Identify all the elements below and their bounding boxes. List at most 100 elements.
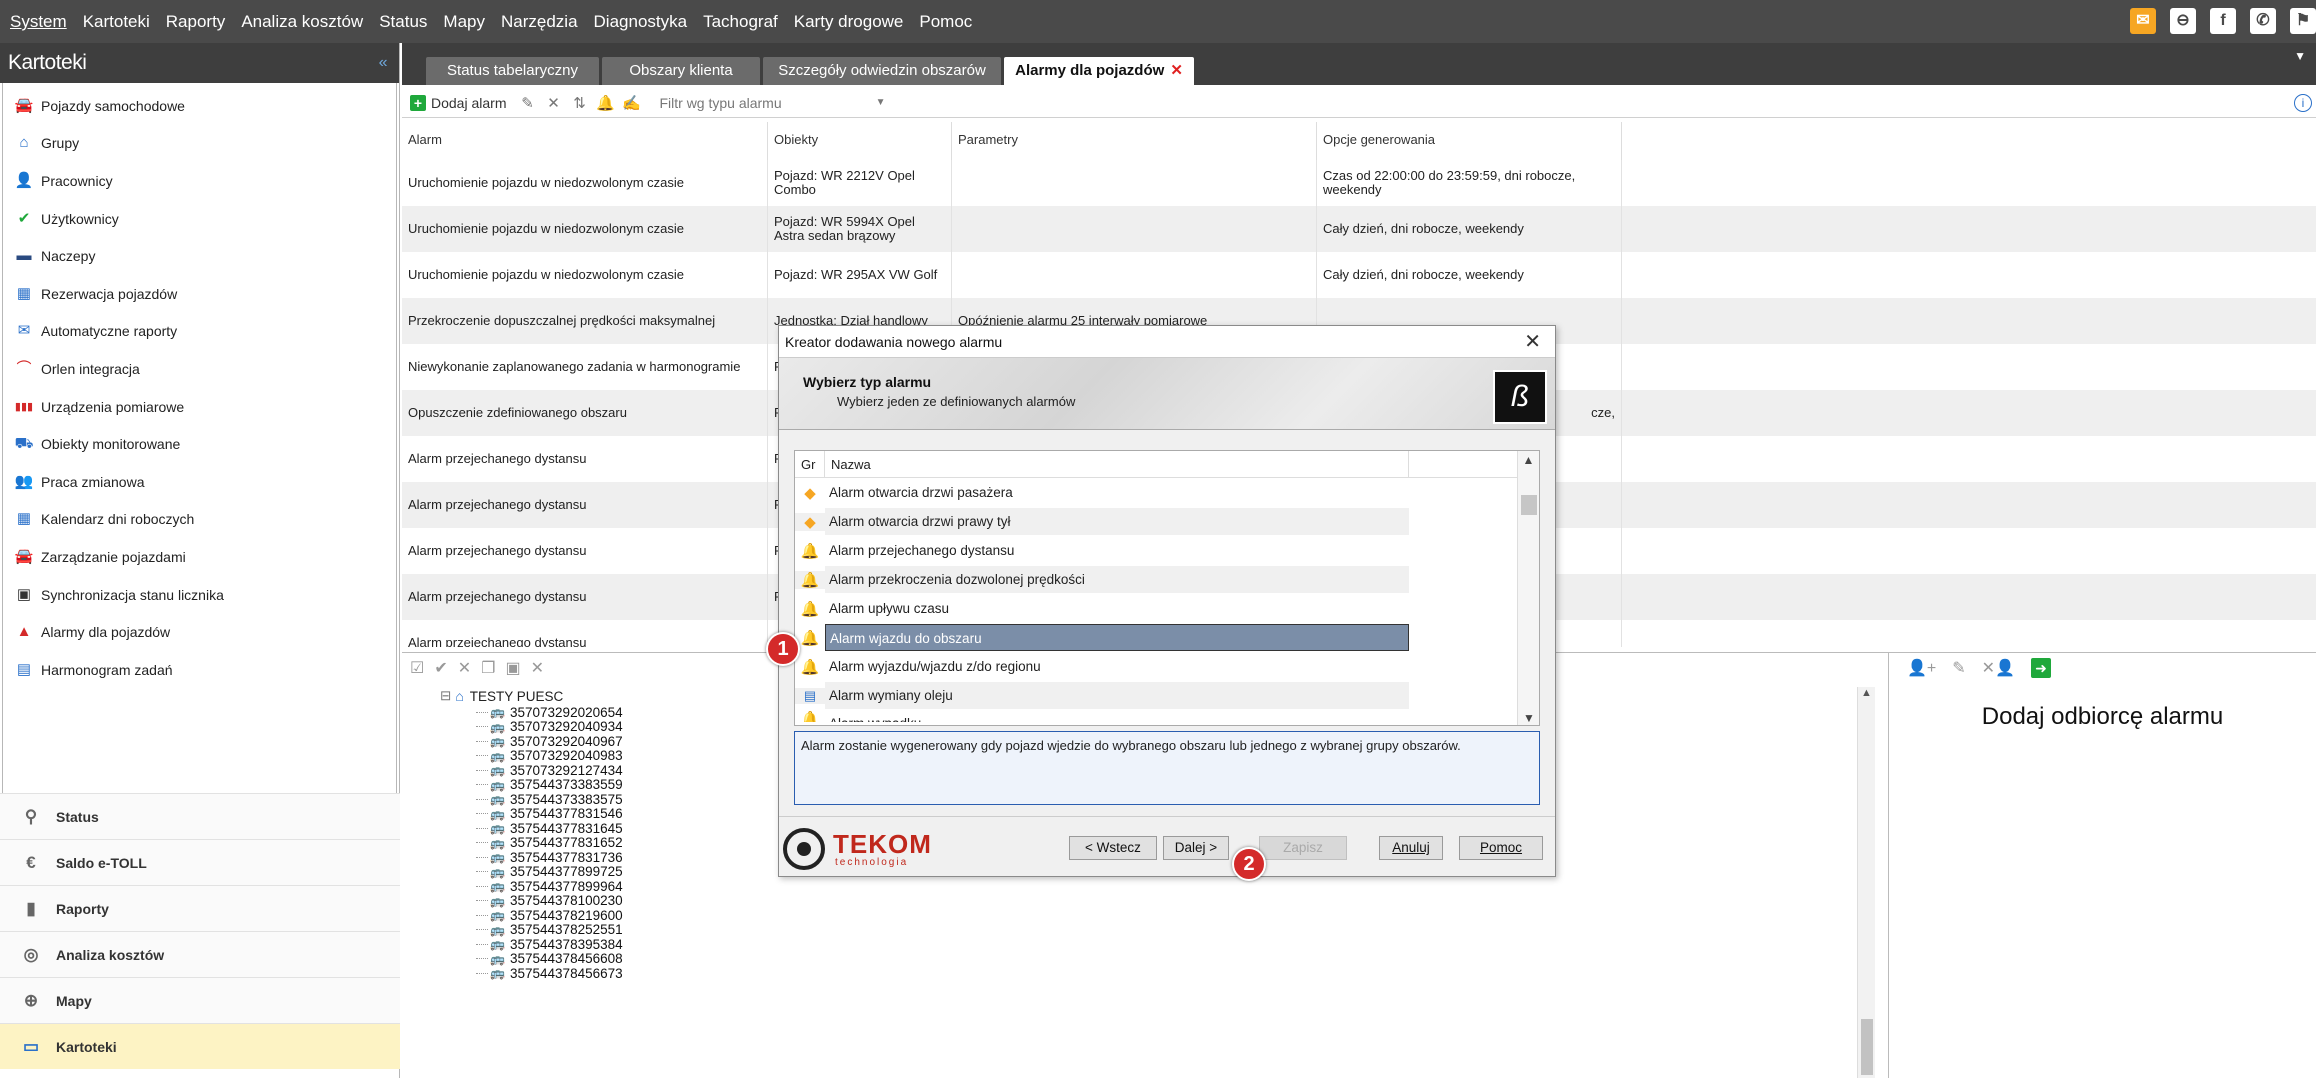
list-scrollbar[interactable]: ▲ ▼ <box>1517 451 1539 725</box>
menu-narzedzia[interactable]: Narzędzia <box>493 0 586 43</box>
tree-item[interactable]: 🚌 357544378456673 <box>430 966 1880 981</box>
tab-alarmy-dla-pojazdow[interactable]: Alarmy dla pojazdów ✕ <box>1004 57 1194 85</box>
close-icon[interactable]: ✕ <box>1524 326 1541 358</box>
scroll-down-icon[interactable]: ▼ <box>1518 711 1540 725</box>
list-item[interactable]: 🔔 Alarm upływu czasu <box>795 594 1539 623</box>
notes-icon[interactable]: ✍ <box>620 94 642 112</box>
list-item[interactable]: ▤ Alarm wymiany oleju <box>795 681 1539 710</box>
uncheck-icon[interactable]: ✕ <box>458 658 471 678</box>
collapse-node-icon[interactable]: ⊟ <box>440 688 451 704</box>
clear-icon[interactable]: ✕ <box>531 658 544 678</box>
facebook-icon[interactable]: f <box>2210 8 2236 34</box>
sidebar-item-praca-zmianowa[interactable]: 👥 Praca zmianowa <box>3 463 396 501</box>
menu-analiza-kosztow[interactable]: Analiza kosztów <box>233 0 371 43</box>
scroll-thumb[interactable] <box>1521 495 1537 515</box>
list-item[interactable]: 🔔 Alarm przekroczenia dozwolonej prędkośc… <box>795 565 1539 594</box>
sidebar-item-kalendarz[interactable]: ▦ Kalendarz dni roboczych <box>3 501 396 539</box>
list-item[interactable]: 🔔 Alarm przejechanego dystansu <box>795 536 1539 565</box>
bell-icon[interactable]: 🔔 <box>594 94 616 112</box>
collapse-icon[interactable]: « <box>379 43 388 83</box>
save-icon[interactable]: ▣ <box>506 658 521 678</box>
tab-szczegoly-odwiedzin[interactable]: Szczegóły odwiedzin obszarów <box>763 57 1001 85</box>
sidebar-item-orlen[interactable]: ⌒ Orlen integracja <box>3 350 396 388</box>
col-alarm[interactable]: Alarm <box>402 122 768 160</box>
scroll-thumb[interactable] <box>1861 1019 1873 1075</box>
menu-raporty[interactable]: Raporty <box>158 0 234 43</box>
save-button[interactable]: Zapisz <box>1259 836 1347 860</box>
tab-menu-icon[interactable]: ▼ <box>2294 49 2306 63</box>
sidebar-item-alarmy[interactable]: ▲ Alarmy dla pojazdów <box>3 613 396 651</box>
list-item[interactable]: ◆ Alarm otwarcia drzwi pasażera <box>795 478 1539 507</box>
menu-status[interactable]: Status <box>371 0 435 43</box>
check-icon[interactable]: ✔ <box>434 658 447 678</box>
nav-mapy[interactable]: ⊕ Mapy <box>0 977 400 1023</box>
remove-person-icon[interactable]: ✕👤 <box>1982 658 2015 678</box>
list-item[interactable]: 🔔 Alarm wyjazdu/wjazdu z/do regionu <box>795 652 1539 681</box>
nav-kartoteki[interactable]: ▭ Kartoteki <box>0 1023 400 1069</box>
menu-diagnostyka[interactable]: Diagnostyka <box>586 0 696 43</box>
menu-pomoc[interactable]: Pomoc <box>911 0 980 43</box>
sidebar-item-pracownicy[interactable]: 👤 Pracownicy <box>3 162 396 200</box>
add-person-icon[interactable]: 👤+ <box>1907 658 1936 678</box>
sidebar-item-uzytkownicy[interactable]: ✔ Użytkownicy <box>3 200 396 238</box>
list-item[interactable]: 🔔Alarm wypadku <box>795 710 1539 722</box>
sidebar-item-automatyczne-raporty[interactable]: ✉ Automatyczne raporty <box>3 313 396 351</box>
delete-icon[interactable]: ✕ <box>542 94 564 112</box>
sidebar-item-zarzadzanie[interactable]: 🚘 Zarządzanie pojazdami <box>3 538 396 576</box>
cancel-button[interactable]: Anuluj <box>1379 836 1443 860</box>
tree-item[interactable]: 🚌 357544377899964 <box>430 879 1880 894</box>
table-row[interactable]: Uruchomienie pojazdu w niedozwolonym cza… <box>402 252 2316 298</box>
alarm-type-filter[interactable]: Filtr wg typu alarmu ▼ <box>652 92 892 114</box>
col-parametry[interactable]: Parametry <box>952 122 1317 160</box>
menu-kartoteki[interactable]: Kartoteki <box>75 0 158 43</box>
sidebar-item-obiekty[interactable]: ⛟ Obiekty monitorowane <box>3 425 396 463</box>
chat-icon[interactable]: ⊖ <box>2170 8 2196 34</box>
tree-item[interactable]: 🚌 357544378219600 <box>430 908 1880 923</box>
edit-icon[interactable]: ✎ <box>516 94 538 112</box>
sidebar-item-pojazdy[interactable]: 🚘 Pojazdy samochodowe <box>3 87 396 125</box>
table-row[interactable]: Uruchomienie pojazdu w niedozwolonym cza… <box>402 206 2316 252</box>
back-button[interactable]: < Wstecz <box>1069 836 1157 860</box>
sidebar-item-synchronizacja[interactable]: ▣ Synchronizacja stanu licznika <box>3 576 396 614</box>
next-button[interactable]: Dalej > <box>1163 836 1229 860</box>
nav-saldo-etoll[interactable]: € Saldo e-TOLL <box>0 839 400 885</box>
list-item-selected[interactable]: 🔔 Alarm wjazdu do obszaru <box>795 623 1539 652</box>
scroll-up-icon[interactable]: ▲ <box>1858 687 1875 699</box>
tree-item[interactable]: 🚌 357544378456608 <box>430 951 1880 966</box>
col-nazwa[interactable]: Nazwa <box>825 451 1409 477</box>
scroll-up-icon[interactable]: ▲ <box>1518 451 1539 469</box>
nav-analiza-kosztow[interactable]: ◎ Analiza kosztów <box>0 931 400 977</box>
list-item[interactable]: ◆ Alarm otwarcia drzwi prawy tył <box>795 507 1539 536</box>
col-gr[interactable]: Gr <box>795 451 825 477</box>
phone-icon[interactable]: ✆ <box>2250 8 2276 34</box>
menu-system[interactable]: System <box>0 0 75 43</box>
tree-item[interactable]: 🚌 357544378252551 <box>430 922 1880 937</box>
col-obiekty[interactable]: Obiekty <box>768 122 952 160</box>
edit-icon[interactable]: ✎ <box>1952 658 1965 678</box>
sidebar-item-naczepy[interactable]: ▬ Naczepy <box>3 237 396 275</box>
close-tab-icon[interactable]: ✕ <box>1170 62 1183 79</box>
tree-item[interactable]: 🚌 357544378395384 <box>430 937 1880 952</box>
add-alarm-button[interactable]: + Dodaj alarm <box>410 94 506 111</box>
tab-obszary-klienta[interactable]: Obszary klienta <box>602 57 760 85</box>
tab-status-tabelaryczny[interactable]: Status tabelaryczny <box>426 57 599 85</box>
info-icon[interactable]: i <box>2294 94 2312 112</box>
help-button[interactable]: Pomoc <box>1459 836 1543 860</box>
sidebar-item-grupy[interactable]: ⌂ Grupy <box>3 125 396 163</box>
sort-icon[interactable]: ⇅ <box>568 94 590 112</box>
check-all-icon[interactable]: ☑ <box>410 658 424 678</box>
tree-scrollbar[interactable]: ▲ <box>1857 687 1875 1078</box>
flag-icon[interactable]: ⚑ <box>2290 8 2316 34</box>
copy-icon[interactable]: ❐ <box>481 658 495 678</box>
table-row[interactable]: Uruchomienie pojazdu w niedozwolonym cza… <box>402 160 2316 206</box>
col-opcje[interactable]: Opcje generowania <box>1317 122 1622 160</box>
sidebar-item-rezerwacja[interactable]: ▦ Rezerwacja pojazdów <box>3 275 396 313</box>
sidebar-item-harmonogram[interactable]: ▤ Harmonogram zadań <box>3 651 396 689</box>
nav-raporty[interactable]: ▮ Raporty <box>0 885 400 931</box>
menu-karty-drogowe[interactable]: Karty drogowe <box>786 0 912 43</box>
menu-mapy[interactable]: Mapy <box>435 0 493 43</box>
mail-icon[interactable]: ✉ <box>2130 8 2156 34</box>
nav-status[interactable]: ⚲ Status <box>0 793 400 839</box>
tree-item[interactable]: 🚌 357544378100230 <box>430 893 1880 908</box>
export-icon[interactable]: ➜ <box>2031 658 2051 678</box>
